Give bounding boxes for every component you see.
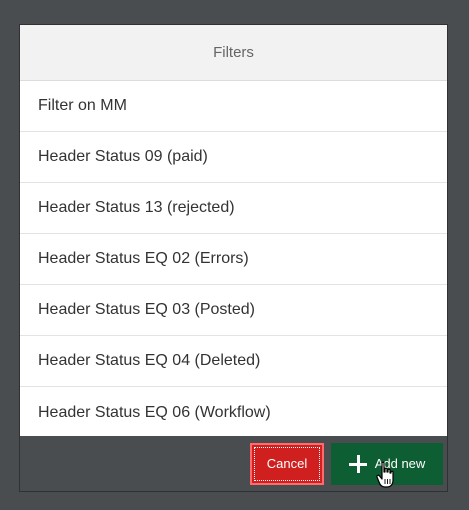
add-new-button-label: Add new: [374, 456, 426, 471]
dialog-footer: Cancel Add new: [20, 436, 447, 491]
filter-item-header-status-eq-04[interactable]: Header Status EQ 04 (Deleted): [20, 336, 447, 387]
filters-dialog: Filters Filter on MM Header Status 09 (p…: [19, 24, 448, 492]
filter-item-header-status-eq-06[interactable]: Header Status EQ 06 (Workflow): [20, 387, 447, 439]
filter-item-header-status-eq-02[interactable]: Header Status EQ 02 (Errors): [20, 234, 447, 285]
plus-icon: [348, 454, 367, 473]
cancel-button[interactable]: Cancel: [250, 442, 324, 485]
add-new-button[interactable]: Add new: [331, 442, 443, 488]
filter-list: Filter on MM Header Status 09 (paid) Hea…: [20, 81, 447, 439]
dialog-title: Filters: [20, 25, 447, 81]
filter-item-header-status-eq-03[interactable]: Header Status EQ 03 (Posted): [20, 285, 447, 336]
filter-item-header-status-13[interactable]: Header Status 13 (rejected): [20, 183, 447, 234]
filter-item-filter-on-mm[interactable]: Filter on MM: [20, 81, 447, 132]
filter-item-header-status-09[interactable]: Header Status 09 (paid): [20, 132, 447, 183]
cancel-button-label: Cancel: [266, 456, 308, 471]
